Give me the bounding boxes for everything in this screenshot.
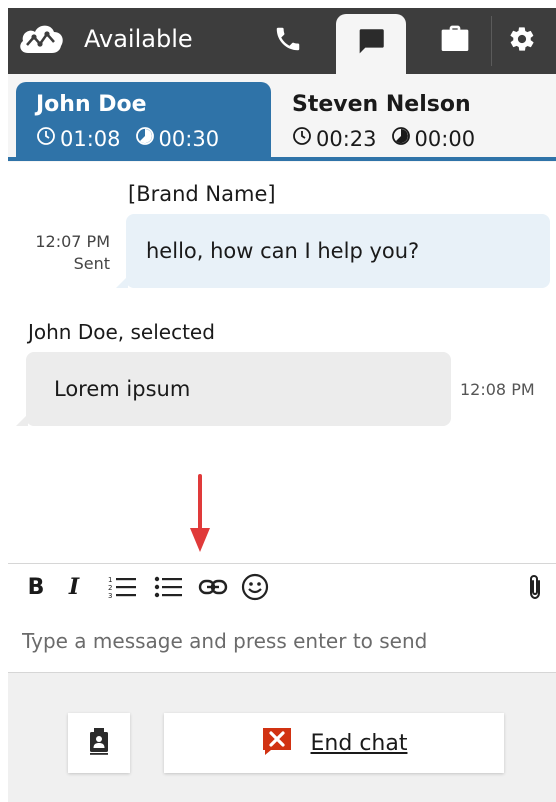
attachment-icon[interactable]	[520, 564, 550, 610]
clock-icon	[292, 126, 316, 151]
message-input[interactable]	[20, 622, 544, 660]
link-icon[interactable]	[196, 564, 230, 610]
elapsed-time: 01:08	[60, 126, 121, 151]
agent-message-time: 12:07 PM	[35, 232, 110, 251]
bold-icon[interactable]: B	[22, 564, 50, 610]
contact-timers: 01:08 00:30	[36, 126, 233, 151]
emoji-icon[interactable]	[238, 564, 272, 610]
tab-underline	[8, 157, 556, 161]
end-chat-x-icon	[261, 726, 293, 760]
agent-message-bubble: hello, how can I help you?	[126, 214, 550, 288]
elapsed-timer: 00:23	[292, 126, 377, 151]
clock-icon	[36, 126, 60, 151]
agent-message-status: Sent	[73, 254, 110, 273]
quick-connects-button[interactable]	[68, 713, 130, 773]
contact-tab-steven-nelson[interactable]: Steven Nelson 00:23 00:00	[284, 82, 556, 158]
briefcase-icon	[439, 24, 471, 58]
chat-actions: End chat	[8, 673, 556, 802]
agent-sender-name: [Brand Name]	[128, 182, 276, 206]
end-chat-label: End chat	[310, 730, 408, 756]
timer-dial-icon	[135, 126, 159, 151]
annotation-arrow-icon	[188, 474, 212, 558]
numbered-list-icon[interactable]: 1 2 3	[106, 564, 140, 610]
wait-timer: 00:30	[135, 126, 220, 151]
elapsed-time: 00:23	[316, 126, 377, 151]
bulleted-list-icon[interactable]	[152, 564, 186, 610]
queues-nav-button[interactable]	[420, 8, 490, 74]
italic-icon[interactable]: I	[60, 564, 88, 610]
customer-message-time: 12:08 PM	[460, 380, 535, 399]
cloud-status-icon[interactable]	[16, 19, 66, 59]
customer-message-text: Lorem ipsum	[54, 377, 191, 401]
svg-text:2: 2	[108, 584, 112, 592]
wait-time: 00:30	[158, 126, 220, 151]
formatting-toolbar: B I 1 2 3	[8, 563, 556, 611]
svg-text:1: 1	[108, 576, 112, 584]
wait-time: 00:00	[414, 126, 476, 151]
contact-book-icon	[88, 727, 110, 759]
top-bar: Available	[8, 8, 556, 74]
phone-icon	[273, 24, 303, 58]
message-composer	[8, 610, 556, 673]
customer-sender-label: John Doe, selected	[28, 320, 215, 344]
end-chat-button[interactable]: End chat	[164, 713, 504, 773]
wait-timer: 00:00	[391, 126, 476, 151]
chat-nav-button[interactable]	[336, 14, 406, 74]
contact-name: John Doe	[36, 92, 147, 117]
timer-dial-icon	[391, 126, 415, 151]
contact-name: Steven Nelson	[292, 92, 471, 117]
contact-timers: 00:23 00:00	[292, 126, 489, 151]
svg-text:3: 3	[108, 592, 112, 599]
agent-status-label[interactable]: Available	[84, 25, 193, 53]
ccp-chat-panel: Available John Doe 01:08 00:30 Steven Ne…	[8, 8, 556, 802]
agent-message-text: hello, how can I help you?	[146, 239, 420, 263]
gear-icon	[508, 25, 536, 57]
phone-nav-button[interactable]	[253, 8, 323, 74]
chat-transcript: [Brand Name] 12:07 PM Sent hello, how ca…	[8, 162, 556, 563]
settings-nav-button[interactable]	[492, 8, 552, 74]
elapsed-timer: 01:08	[36, 126, 121, 151]
customer-message-bubble: Lorem ipsum	[26, 352, 451, 426]
contact-tab-john-doe[interactable]: John Doe 01:08 00:30	[16, 82, 271, 158]
chat-icon	[354, 25, 388, 63]
agent-message-meta: 12:07 PM Sent	[18, 231, 110, 275]
